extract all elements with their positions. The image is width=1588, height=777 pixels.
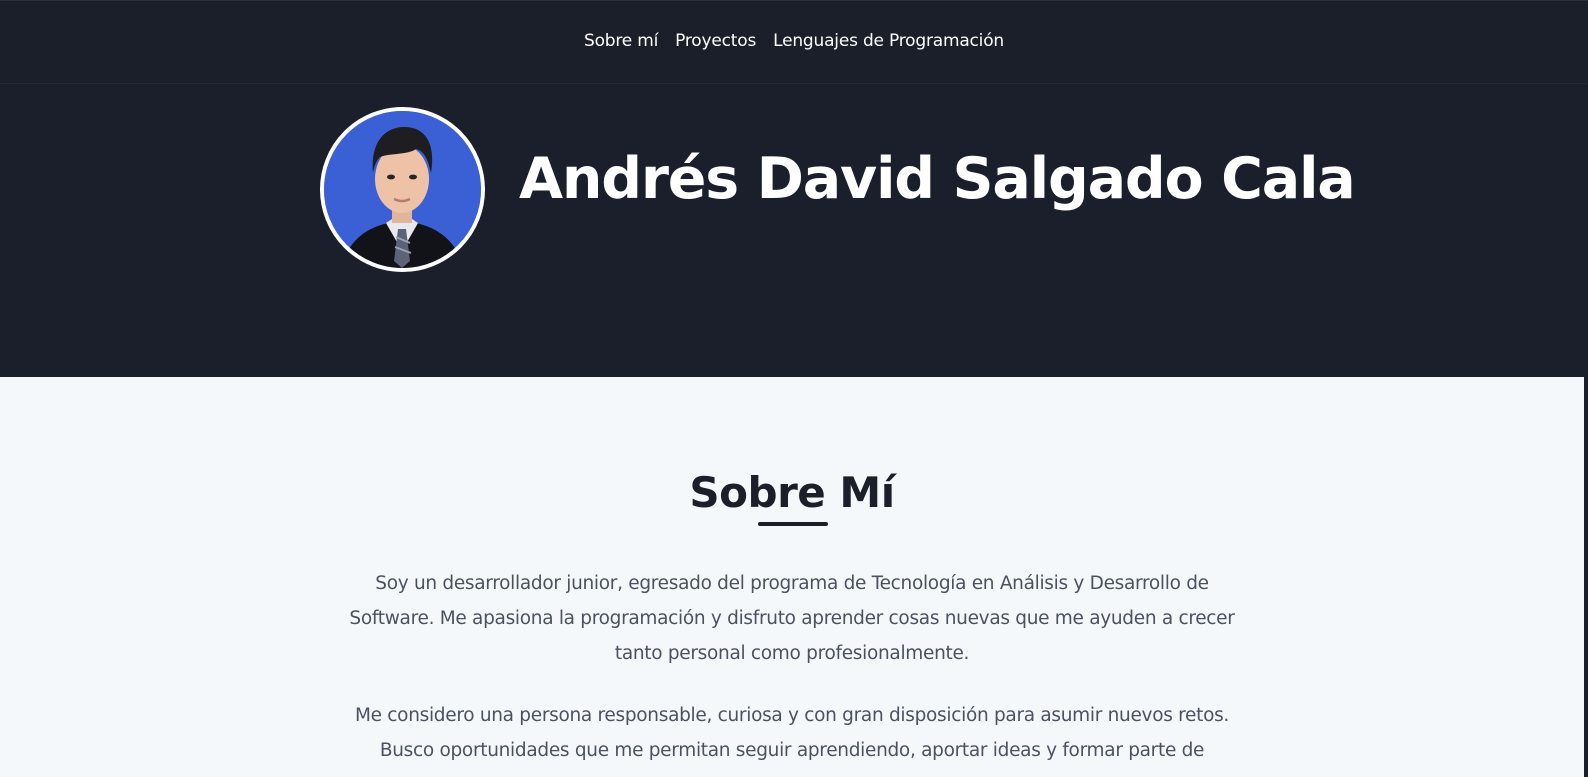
about-paragraph: Me considero una persona responsable, cu…	[354, 705, 1230, 761]
about-title: Sobre Mí	[689, 468, 895, 517]
about-paragraph: Soy un desarrollador junior, egresado de…	[349, 573, 1235, 664]
hero-section: Andrés David Salgado Cala	[0, 84, 1588, 377]
top-navbar: Sobre mí Proyectos Lenguajes de Programa…	[0, 0, 1588, 84]
nav-link-lenguajes[interactable]: Lenguajes de Programación	[773, 31, 1004, 51]
nav-link-proyectos[interactable]: Proyectos	[675, 31, 756, 51]
scrollbar[interactable]	[1584, 377, 1588, 777]
about-section: Sobre Mí Soy un desarrollador junior, eg…	[0, 377, 1584, 777]
title-underline	[758, 522, 828, 526]
profile-photo-illustration	[324, 111, 481, 268]
hero-name: Andrés David Salgado Cala	[519, 146, 1356, 212]
portfolio-page: Sobre mí Proyectos Lenguajes de Programa…	[0, 0, 1588, 777]
nav-link-sobre-mi[interactable]: Sobre mí	[584, 31, 658, 51]
nav-links: Sobre mí Proyectos Lenguajes de Programa…	[584, 31, 1004, 51]
profile-avatar	[320, 107, 485, 272]
